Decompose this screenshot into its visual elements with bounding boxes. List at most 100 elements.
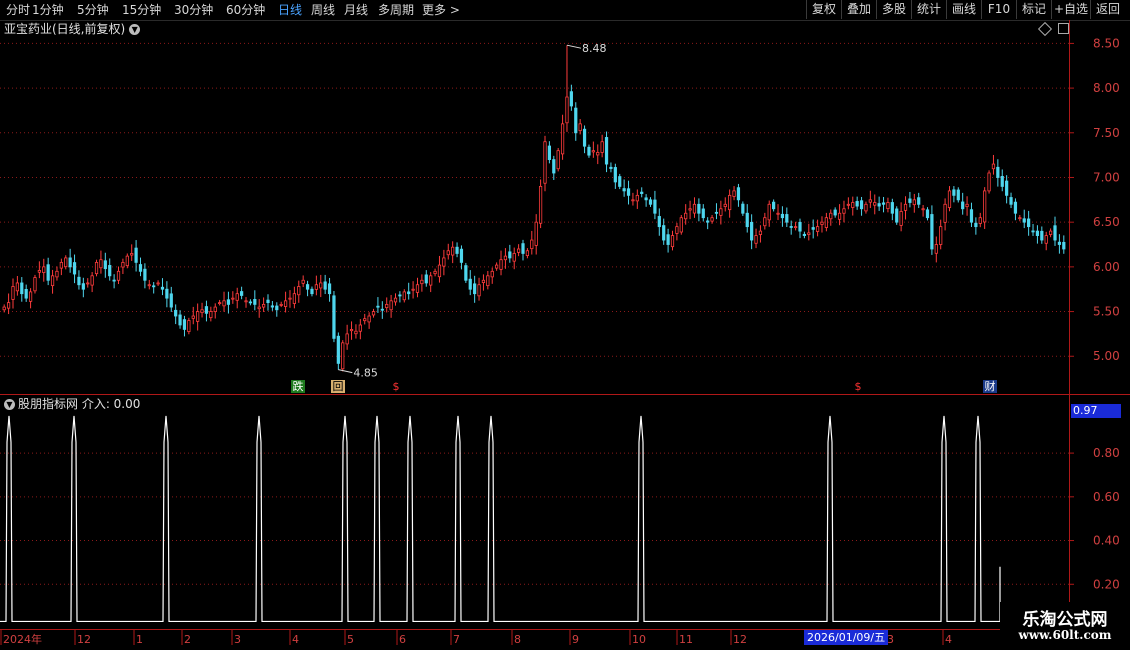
candle-body: [473, 283, 477, 295]
candle-body: [965, 203, 969, 208]
candle-body: [1044, 235, 1048, 244]
marker-cai[interactable]: 财: [983, 380, 997, 393]
candle-body: [969, 209, 974, 223]
price-tick-label: 5.50: [1093, 305, 1120, 319]
price-tick-label: 7.50: [1093, 126, 1120, 140]
candle-body: [165, 288, 169, 299]
candle-body: [692, 203, 697, 214]
candle-body: [240, 291, 244, 296]
indicator-tick-label: 0.80: [1093, 446, 1120, 460]
candle-body: [169, 293, 173, 308]
candle-body: [978, 217, 982, 224]
candle-body: [552, 159, 556, 174]
indicator-line: [0, 415, 1001, 623]
candle-body: [604, 137, 609, 165]
candle-body: [903, 203, 908, 211]
candle-body: [261, 304, 266, 308]
candle-body: [160, 286, 165, 290]
candle-body: [503, 255, 508, 261]
candle-body: [873, 202, 877, 206]
candle-body: [697, 203, 701, 214]
candle-body: [745, 212, 749, 228]
chevron-down-icon[interactable]: ▼: [4, 399, 15, 410]
time-tick-label: 4: [292, 633, 299, 646]
candle-body: [174, 309, 178, 317]
candle-body: [1018, 217, 1022, 220]
candle-body: [130, 253, 134, 256]
candle-body: [24, 288, 28, 299]
candle-body: [917, 197, 921, 205]
candle-body: [890, 202, 894, 214]
candle-body: [648, 199, 653, 205]
candle-body: [983, 190, 987, 223]
candle-body: [719, 208, 723, 216]
candle-body: [640, 191, 644, 194]
indicator-tick-label: 0.40: [1093, 534, 1120, 548]
time-tick-label: 6: [399, 633, 406, 646]
candle-body: [600, 141, 604, 153]
candle-body: [477, 284, 481, 297]
candle-body: [222, 300, 226, 307]
candle-body: [363, 318, 367, 322]
candle-body: [930, 214, 934, 250]
candle-body: [675, 226, 679, 234]
candle-body: [881, 202, 886, 205]
candle-body: [525, 250, 530, 257]
kline-chart[interactable]: 8.50 8.00 7.50 7.00 6.50 6.00 5.50 5.00 0.80 0.60…: [0, 0, 1130, 650]
candle-body: [345, 333, 349, 345]
candle-body: [490, 270, 494, 278]
candle-body: [877, 203, 881, 207]
candle-body: [196, 311, 200, 322]
marker-dollar-1[interactable]: $: [390, 380, 402, 393]
candle-body: [143, 268, 147, 281]
candle-body: [398, 294, 402, 297]
indicator-tick-label: 0.60: [1093, 490, 1120, 504]
time-tick-label: 3: [234, 633, 241, 646]
candle-body: [710, 217, 714, 222]
candle-body: [420, 279, 424, 285]
candle-body: [451, 246, 455, 256]
time-tick-label: 11: [679, 633, 693, 646]
candle-body: [2, 306, 6, 311]
candle-body: [429, 275, 433, 286]
candle-body: [389, 300, 393, 311]
candle-body: [987, 172, 991, 192]
time-tick-label: 2: [184, 633, 191, 646]
candle-body: [754, 235, 758, 244]
candle-body: [780, 213, 785, 219]
low-price-label: 4.85: [353, 367, 378, 380]
candle-body: [112, 279, 116, 282]
candle-body: [371, 311, 376, 316]
candle-body: [1027, 218, 1031, 228]
candle-body: [1000, 176, 1004, 187]
candle-body: [565, 96, 569, 124]
indicator-current-value: 0.97: [1071, 404, 1121, 418]
candle-body: [314, 284, 318, 290]
candle-body: [512, 253, 516, 262]
candle-body: [235, 293, 239, 301]
candle-body: [218, 302, 222, 305]
candle-body: [820, 221, 824, 225]
candle-body: [613, 167, 617, 183]
candle-body: [1057, 241, 1062, 245]
indicator-tick-label: 0.20: [1093, 577, 1120, 591]
candle-body: [961, 201, 965, 210]
marker-die[interactable]: 跌: [291, 380, 305, 393]
candle-body: [213, 306, 217, 312]
time-tick-label: 10: [632, 633, 646, 646]
candle-body: [46, 264, 50, 281]
time-tick-label: 12: [77, 633, 91, 646]
candle-body: [943, 203, 947, 223]
candle-body: [750, 221, 754, 241]
time-tick-label: 4: [945, 633, 952, 646]
candle-body: [376, 305, 380, 308]
candle-body: [934, 244, 938, 254]
candle-body: [402, 291, 406, 301]
indicator-title[interactable]: ▼ 股朋指标网 介入: 0.00: [4, 396, 140, 412]
candle-body: [789, 226, 793, 228]
candle-body: [275, 305, 279, 311]
marker-dollar-2[interactable]: $: [852, 380, 864, 393]
candle-body: [556, 150, 560, 170]
candle-body: [270, 305, 275, 308]
marker-hui[interactable]: 回: [331, 380, 345, 393]
